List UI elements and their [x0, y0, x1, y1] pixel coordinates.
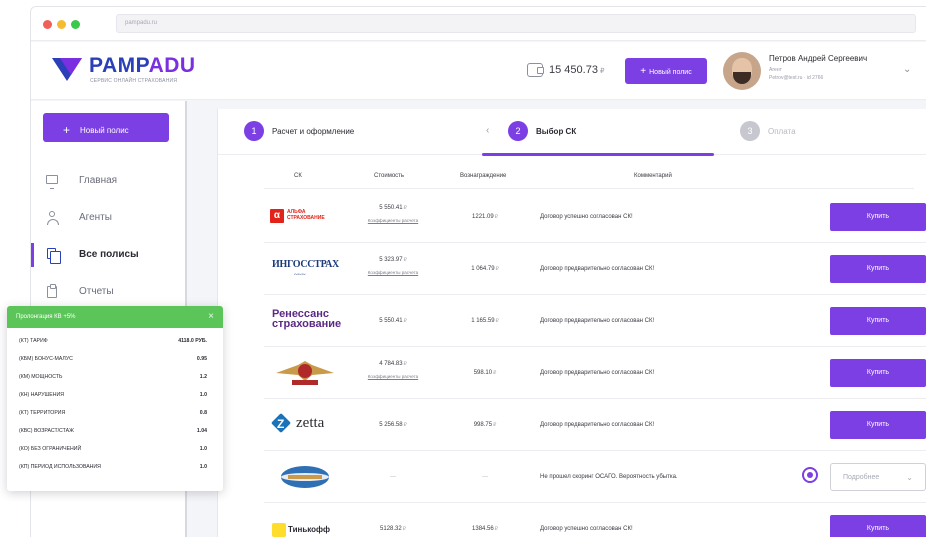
balance-currency: ₽ — [599, 68, 605, 75]
coefficient-row: (КТ) Территория 0.8 — [19, 410, 207, 416]
popup-header: Пролонгация КВ +5% × — [7, 306, 223, 328]
price: 5 550.41₽ — [379, 205, 407, 211]
buy-button[interactable]: Купить — [830, 515, 926, 537]
coefficient-row: (КН) Нарушения 1.0 — [19, 392, 207, 398]
buy-button[interactable]: Купить — [830, 359, 926, 387]
brand-tagline: СЕРВИС ОНЛАЙН СТРАХОВАНИЯ — [90, 78, 178, 84]
table-row: Ренессанс страхование 5 550.41₽ 1 165.59… — [264, 295, 926, 347]
clipboard-icon — [45, 284, 59, 299]
app-header: PAMPADU СЕРВИС ОНЛАЙН СТРАХОВАНИЯ 15 450… — [31, 42, 926, 100]
buy-button[interactable]: Купить — [830, 307, 926, 335]
table-row: Z zetta 5 256.58₽ 998.75₽ Договор предва… — [264, 399, 926, 451]
insurer-logo-globe — [281, 466, 329, 488]
main-panel: 1 Расчет и оформление ‹ 2 Выбор СК 3 Опл… — [217, 109, 926, 537]
buy-button[interactable]: Купить — [830, 411, 926, 439]
reward: 1384.56₽ — [472, 526, 498, 532]
sidebar-item-reports[interactable]: Отчеты — [31, 278, 185, 306]
coefficients-popup: Пролонгация КВ +5% × (КТ) Тариф 4118.0 РУ… — [7, 306, 223, 491]
sidebar-item-agents[interactable]: Агенты — [31, 204, 185, 232]
reward: 1221.09₽ — [472, 214, 498, 220]
coefficients-link[interactable]: Коэффициенты расчета — [352, 270, 434, 275]
price: 5 550.41₽ — [379, 318, 407, 324]
insurer-logo-tinkoff: Тинькофф — [268, 515, 342, 537]
user-role: Агент — [769, 67, 782, 73]
close-icon[interactable]: × — [208, 311, 214, 322]
price: 5 256.58₽ — [379, 422, 407, 428]
comment: Договор предварительно согласован СК! — [540, 370, 655, 376]
monitor-icon — [45, 174, 59, 189]
insurer-logo-ingosstrakh: ИНГОССТРАХ ~~~ — [272, 259, 339, 279]
brand-logo[interactable]: PAMPADU — [89, 54, 196, 78]
table-row: ИНГОССТРАХ ~~~ 5 323.97₽ Коэффициенты ра… — [264, 243, 926, 295]
sidebar-item-main[interactable]: Главная — [31, 167, 185, 195]
minimize-window-icon[interactable] — [57, 20, 66, 29]
info-icon[interactable] — [802, 467, 818, 483]
coefficient-row: (КБМ) Бонус-малус 0.95 — [19, 356, 207, 362]
price: — — [390, 474, 396, 480]
reward: — — [482, 474, 488, 480]
buy-button[interactable]: Купить — [830, 255, 926, 283]
person-icon — [45, 211, 59, 225]
reward: 998.75₽ — [473, 422, 497, 428]
address-bar[interactable]: pampadu.ru — [116, 14, 916, 33]
user-name: Петров Андрей Сергеевич — [769, 54, 868, 63]
copy-icon — [45, 248, 61, 264]
comment: Договор успешно согласован СК! — [540, 214, 633, 220]
table-row: 4 784.83₽ Коэффициенты расчета 598.10₽ Д… — [264, 347, 926, 399]
user-avatar[interactable] — [723, 52, 761, 90]
price: 4 784.83₽ — [379, 361, 407, 367]
insurer-logo-emblem — [276, 361, 334, 385]
close-window-icon[interactable] — [43, 20, 52, 29]
comment: Договор предварительно согласован СК! — [540, 266, 655, 272]
coefficient-row: (КО) Без ограничений 1.0 — [19, 446, 207, 452]
stepper: 1 Расчет и оформление ‹ 2 Выбор СК 3 Опл… — [218, 109, 926, 156]
balance-amount: 15 450.73 — [549, 64, 598, 76]
user-email: Petrov@test.ru · id 2766 — [769, 75, 824, 81]
reward: 1 165.59₽ — [471, 318, 499, 324]
comment: Договор предварительно согласован СК! — [540, 422, 655, 428]
plus-icon: + — [640, 66, 647, 77]
coefficient-row: (КП) Период использования 1.0 — [19, 464, 207, 470]
coefficient-row: (КТ) Тариф 4118.0 РУБ. — [19, 338, 207, 344]
new-policy-button-sidebar[interactable]: + Новый полис — [43, 113, 169, 142]
comment: Не прошел скоринг ОСАГО. Вероятность убы… — [540, 474, 678, 480]
plus-icon: + — [63, 123, 71, 137]
popup-title: Пролонгация КВ +5% — [16, 314, 76, 320]
table-row: Тинькофф 5128.32₽ 1384.56₽ Договор успеш… — [264, 503, 926, 537]
coefficient-row: (КМ) Мощность 1.2 — [19, 374, 207, 380]
active-step-indicator — [482, 153, 714, 156]
new-policy-button-header[interactable]: + Новый полис — [625, 58, 707, 84]
column-comment: Комментарий — [634, 173, 672, 179]
table-header: СК Стоимость Вознаграждение Комментарий — [264, 169, 914, 189]
table-row: α АЛЬФА СТРАХОВАНИЕ 5 550.41₽ Коэффициен… — [264, 191, 926, 243]
column-reward: Вознаграждение — [460, 173, 507, 179]
chevron-down-icon[interactable]: ⌄ — [903, 64, 911, 75]
details-dropdown[interactable]: Подробнее ⌄ — [830, 463, 926, 491]
maximize-window-icon[interactable] — [71, 20, 80, 29]
balance[interactable]: 15 450.73 ₽ — [527, 61, 617, 81]
insurer-logo-zetta: Z zetta — [268, 411, 342, 439]
pampadu-logo-icon — [52, 58, 82, 81]
coefficients-link[interactable]: Коэффициенты расчета — [352, 218, 434, 223]
insurer-logo-alfa: α АЛЬФА СТРАХОВАНИЕ — [268, 203, 342, 231]
price: 5128.32₽ — [380, 526, 406, 532]
column-price: Стоимость — [374, 173, 405, 179]
coefficient-row: (КВС) Возраст/стаж 1.04 — [19, 428, 207, 434]
table-row: — — Не прошел скоринг ОСАГО. Вероятность… — [264, 451, 926, 503]
sidebar-item-all-policies[interactable]: Все полисы — [31, 241, 185, 269]
browser-titlebar: pampadu.ru — [31, 7, 926, 41]
insurer-logo-renaissance: Ренессанс страхование — [272, 308, 342, 330]
reward: 1 064.79₽ — [471, 266, 499, 272]
chevron-down-icon: ⌄ — [906, 473, 913, 482]
reward: 598.10₽ — [473, 370, 497, 376]
comment: Договор предварительно согласован СК! — [540, 318, 655, 324]
comment: Договор успешно согласован СК! — [540, 526, 633, 532]
coefficients-link[interactable]: Коэффициенты расчета — [352, 374, 434, 379]
chevron-left-icon[interactable]: ‹ — [486, 125, 489, 136]
price: 5 323.97₽ — [379, 257, 407, 263]
wallet-icon — [527, 63, 544, 77]
column-insurer: СК — [294, 173, 302, 179]
buy-button[interactable]: Купить — [830, 203, 926, 231]
